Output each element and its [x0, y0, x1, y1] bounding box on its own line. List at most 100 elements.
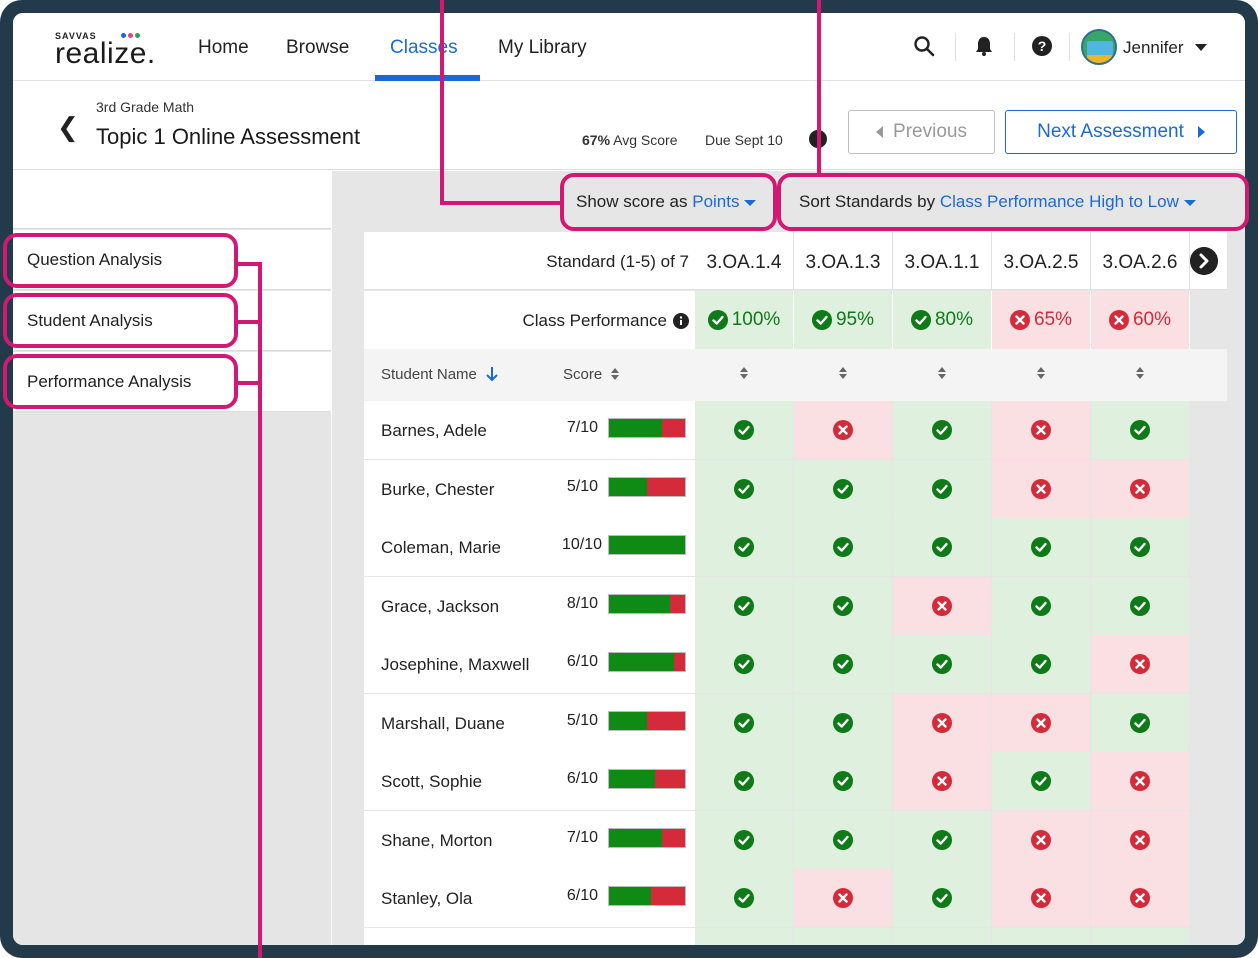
previous-button[interactable]: Previous	[848, 110, 995, 154]
standard-column-header[interactable]: 3.OA.1.3	[794, 252, 892, 274]
table-row[interactable]: Grace, Jackson 8/10	[364, 576, 1227, 635]
nav-home[interactable]: Home	[198, 37, 249, 59]
standard-result-cell[interactable]	[794, 401, 892, 459]
standard-result-cell[interactable]	[794, 635, 892, 693]
info-icon[interactable]	[673, 313, 689, 329]
savvas-realize-logo[interactable]: SAVVAS realize.	[55, 31, 156, 69]
nav-classes[interactable]: Classes	[390, 37, 458, 59]
standard-result-cell[interactable]	[695, 693, 793, 752]
standard-result-cell[interactable]	[893, 927, 991, 945]
standard-result-cell[interactable]	[1091, 927, 1189, 945]
sort-icon[interactable]	[937, 366, 947, 380]
standard-result-cell[interactable]	[1091, 693, 1189, 752]
standard-result-cell[interactable]	[893, 518, 991, 576]
standard-result-cell[interactable]	[695, 869, 793, 927]
standard-result-cell[interactable]	[893, 459, 991, 518]
sort-icon[interactable]	[739, 366, 749, 380]
standard-result-cell[interactable]	[794, 518, 892, 576]
standard-result-cell[interactable]	[893, 576, 991, 635]
sort-icon[interactable]	[1036, 366, 1046, 380]
nav-browse[interactable]: Browse	[286, 37, 349, 59]
standard-result-cell[interactable]	[695, 810, 793, 869]
standard-result-cell[interactable]	[893, 869, 991, 927]
standard-result-cell[interactable]	[992, 576, 1090, 635]
standard-result-cell[interactable]	[1091, 752, 1189, 810]
table-row[interactable]: Coleman, Marie 10/10	[364, 518, 1227, 576]
standard-result-cell[interactable]	[893, 810, 991, 869]
standard-column-header[interactable]: 3.OA.2.6	[1091, 252, 1189, 274]
standard-result-cell[interactable]	[1091, 401, 1189, 459]
standard-result-cell[interactable]	[992, 810, 1090, 869]
sort-icon[interactable]	[1135, 366, 1145, 380]
user-name[interactable]: Jennifer	[1123, 38, 1183, 58]
standard-result-cell[interactable]	[992, 518, 1090, 576]
standard-column-header[interactable]: 3.OA.2.5	[992, 252, 1090, 274]
standard-result-cell[interactable]	[893, 401, 991, 459]
standard-result-cell[interactable]	[695, 576, 793, 635]
chevron-down-icon[interactable]	[1195, 44, 1207, 51]
student-name[interactable]: Marshall, Duane	[381, 714, 505, 734]
student-name-column[interactable]: Student Name	[381, 366, 499, 383]
standard-result-cell[interactable]	[794, 576, 892, 635]
nav-my-library[interactable]: My Library	[498, 37, 587, 59]
sort-icon[interactable]	[838, 366, 848, 380]
standard-result-cell[interactable]	[1091, 576, 1189, 635]
standard-result-cell[interactable]	[992, 927, 1090, 945]
standard-result-cell[interactable]	[893, 635, 991, 693]
x-circle-icon	[1031, 712, 1051, 733]
standard-result-cell[interactable]	[992, 635, 1090, 693]
standard-result-cell[interactable]	[695, 401, 793, 459]
standard-result-cell[interactable]	[794, 869, 892, 927]
score-column[interactable]: Score	[563, 366, 620, 383]
standard-result-cell[interactable]	[794, 927, 892, 945]
standard-result-cell[interactable]	[893, 752, 991, 810]
student-name[interactable]: Grace, Jackson	[381, 597, 499, 617]
standard-column-header[interactable]: 3.OA.1.4	[695, 252, 793, 274]
standard-result-cell[interactable]	[794, 459, 892, 518]
student-name[interactable]: Scott, Sophie	[381, 772, 482, 792]
standard-result-cell[interactable]	[992, 401, 1090, 459]
table-row[interactable]: Stanley, Ola 6/10	[364, 869, 1227, 927]
table-row[interactable]: Burke, Chester 5/10	[364, 459, 1227, 518]
standard-result-cell[interactable]	[992, 869, 1090, 927]
table-row[interactable]: Thomas, Sue8/10	[364, 927, 1227, 945]
standard-column-header[interactable]: 3.OA.1.1	[893, 252, 991, 274]
standard-result-cell[interactable]	[695, 518, 793, 576]
standard-result-cell[interactable]	[1091, 635, 1189, 693]
standard-result-cell[interactable]	[794, 752, 892, 810]
standard-result-cell[interactable]	[695, 459, 793, 518]
student-name[interactable]: Barnes, Adele	[381, 421, 487, 441]
student-name[interactable]: Burke, Chester	[381, 480, 494, 500]
table-row[interactable]: Scott, Sophie 6/10	[364, 752, 1227, 810]
table-row[interactable]: Shane, Morton 7/10	[364, 810, 1227, 869]
standard-result-cell[interactable]	[992, 693, 1090, 752]
standard-result-cell[interactable]	[794, 810, 892, 869]
standard-result-cell[interactable]	[992, 459, 1090, 518]
standard-result-cell[interactable]	[1091, 810, 1189, 869]
standard-result-cell[interactable]	[1091, 518, 1189, 576]
help-icon[interactable]: ?	[1031, 35, 1053, 57]
table-row[interactable]: Josephine, Maxwell 6/10	[364, 635, 1227, 693]
bell-icon[interactable]	[974, 35, 994, 57]
x-circle-icon	[932, 595, 952, 616]
standard-result-cell[interactable]	[1091, 869, 1189, 927]
table-row[interactable]: Marshall, Duane 5/10	[364, 693, 1227, 752]
standard-result-cell[interactable]	[1091, 459, 1189, 518]
student-name[interactable]: Josephine, Maxwell	[381, 655, 529, 675]
standard-result-cell[interactable]	[992, 752, 1090, 810]
search-icon[interactable]	[913, 35, 935, 57]
class-performance-cell: 95%	[794, 291, 892, 349]
standard-result-cell[interactable]	[893, 693, 991, 752]
student-name[interactable]: Stanley, Ola	[381, 889, 472, 909]
standard-result-cell[interactable]	[695, 927, 793, 945]
standard-result-cell[interactable]	[794, 693, 892, 752]
back-chevron-icon[interactable]: ❮	[57, 112, 79, 143]
student-name[interactable]: Shane, Morton	[381, 831, 493, 851]
user-avatar[interactable]	[1081, 29, 1117, 65]
next-assessment-button[interactable]: Next Assessment	[1005, 110, 1237, 154]
standard-result-cell[interactable]	[695, 752, 793, 810]
standard-result-cell[interactable]	[695, 635, 793, 693]
student-name[interactable]: Coleman, Marie	[381, 538, 501, 558]
table-row[interactable]: Barnes, Adele 7/10	[364, 401, 1227, 459]
next-standards-icon[interactable]	[1190, 247, 1218, 275]
